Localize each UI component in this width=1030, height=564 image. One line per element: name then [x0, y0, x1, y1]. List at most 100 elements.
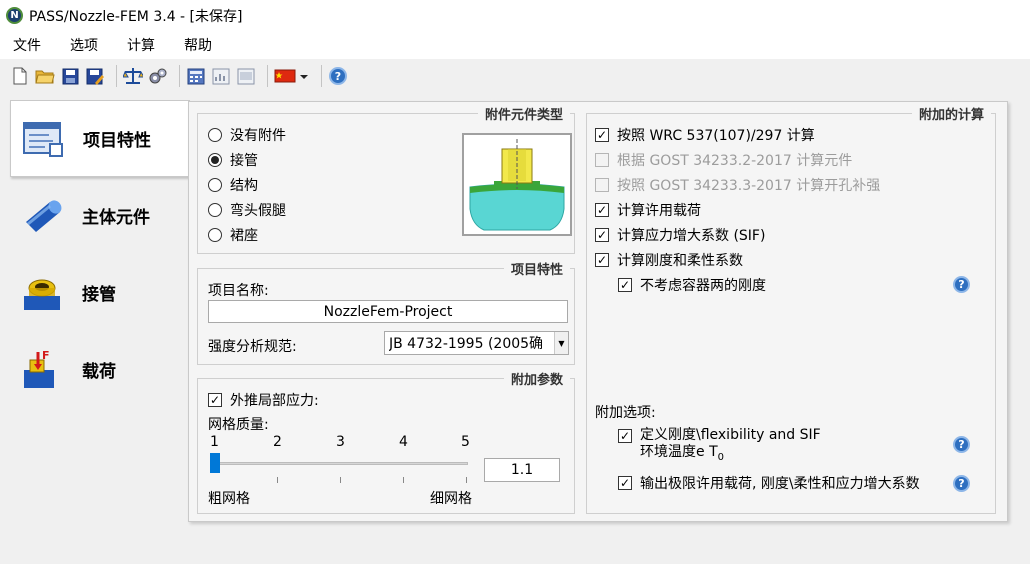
checkbox-label: 计算刚度和柔性系数	[617, 253, 743, 269]
mesh-tick-label: 4	[399, 434, 408, 450]
extrapolate-stress-checkbox[interactable]: ✓ 外推局部应力:	[208, 390, 319, 410]
coarse-mesh-label: 粗网格	[208, 491, 250, 507]
calculator-icon[interactable]	[186, 66, 206, 86]
checkmark-icon: ✓	[619, 476, 631, 490]
nav-label-nozzle: 接管	[82, 285, 116, 305]
radio-skirt[interactable]: 裙座	[208, 225, 258, 245]
nav-loads[interactable]: F 载荷	[10, 331, 190, 408]
chevron-down-icon: ▼	[554, 332, 568, 354]
nav-main-elements[interactable]: 主体元件	[10, 177, 190, 254]
chart-report-icon[interactable]	[211, 66, 231, 86]
checkbox-label: 计算应力增大系数 (SIF)	[617, 228, 766, 244]
allowable-loads-checkbox[interactable]: ✓ 计算许用载荷	[595, 200, 701, 220]
nav-project-properties[interactable]: 项目特性	[10, 100, 190, 177]
balance-scale-icon[interactable]	[123, 66, 143, 86]
mesh-quality-slider-track[interactable]	[210, 462, 468, 465]
screen-report-icon[interactable]	[236, 66, 256, 86]
toolbar-separator	[179, 65, 180, 87]
project-name-input[interactable]: NozzleFem-Project	[208, 300, 568, 323]
additional-calculations-group: 附加的计算 ✓ 按照 WRC 537(107)/297 计算 根据 GOST 3…	[586, 104, 996, 514]
menu-bar: 文件 选项 计算 帮助	[0, 31, 1030, 59]
checkbox-label: 定义刚度\flexibility and SIF	[640, 427, 821, 443]
mesh-factor-input[interactable]: 1.1	[484, 458, 560, 482]
menu-calculate[interactable]: 计算	[124, 33, 158, 57]
mesh-quality-slider-thumb[interactable]	[210, 453, 220, 473]
gears-icon[interactable]	[148, 66, 168, 86]
gost-elements-checkbox[interactable]: 根据 GOST 34233.2-2017 计算元件	[595, 150, 852, 170]
radio-circle-selected	[208, 153, 222, 167]
language-flag-icon[interactable]	[274, 66, 310, 86]
nav-label-loads: 载荷	[82, 362, 116, 382]
radio-selected-dot	[211, 156, 219, 164]
fine-mesh-label: 细网格	[430, 491, 472, 507]
checkmark-icon: ✓	[596, 203, 608, 217]
checkbox-box: ✓	[595, 203, 609, 217]
attachment-group-title: 附件元件类型	[477, 104, 570, 123]
checkbox-label: 按照 WRC 537(107)/297 计算	[617, 128, 815, 144]
mesh-tick-label: 3	[336, 434, 345, 450]
toolbar-separator	[267, 65, 268, 87]
slider-tick	[403, 477, 404, 483]
checkbox-box: ✓	[595, 128, 609, 142]
content-panel: 附件元件类型 没有附件 接管 结构 弯头假腿 裙座 项目特性 项目名称: Noz…	[188, 101, 1008, 522]
radio-label: 没有附件	[230, 128, 286, 144]
radio-elbow-dummy-leg[interactable]: 弯头假腿	[208, 200, 286, 220]
define-stiffness-checkbox[interactable]: ✓ 定义刚度\flexibility and SIF 环境温度e T0	[618, 427, 821, 466]
radio-label: 接管	[230, 153, 258, 169]
help-about-icon[interactable]: ?	[328, 66, 348, 86]
help-icon[interactable]: ?	[953, 436, 970, 453]
side-navigation: 项目特性 主体元件 接管 F 载荷	[10, 100, 190, 408]
help-icon[interactable]: ?	[953, 475, 970, 492]
menu-file[interactable]: 文件	[10, 33, 44, 57]
design-code-value: JB 4732-1995 (2005确	[389, 336, 544, 352]
wrc-calc-checkbox[interactable]: ✓ 按照 WRC 537(107)/297 计算	[595, 125, 815, 145]
radio-no-attachment[interactable]: 没有附件	[208, 125, 286, 145]
menu-options[interactable]: 选项	[67, 33, 101, 57]
radio-circle	[208, 128, 222, 142]
open-folder-icon[interactable]	[35, 66, 55, 86]
toolbar-separator	[321, 65, 322, 87]
ignore-vessel-stiffness-checkbox[interactable]: ✓ 不考虑容器两的刚度	[618, 275, 766, 295]
checkbox-box: ✓	[595, 253, 609, 267]
nav-label-project-properties: 项目特性	[83, 131, 151, 151]
mesh-tick-label: 1	[210, 434, 219, 450]
checkbox-label: 按照 GOST 34233.3-2017 计算开孔补强	[617, 178, 881, 194]
radio-circle	[208, 228, 222, 242]
output-limit-loads-checkbox[interactable]: ✓ 输出极限许用载荷, 刚度\柔性和应力增大系数	[618, 473, 920, 493]
checkbox-label: 外推局部应力:	[230, 393, 319, 409]
checkmark-icon: ✓	[209, 393, 221, 407]
app-logo-icon: N	[6, 7, 23, 24]
checkbox-label: 根据 GOST 34233.2-2017 计算元件	[617, 153, 853, 169]
project-group-title: 项目特性	[503, 259, 570, 278]
sif-checkbox[interactable]: ✓ 计算应力增大系数 (SIF)	[595, 225, 765, 245]
project-properties-group: 项目特性 项目名称: NozzleFem-Project 强度分析规范: JB …	[197, 259, 575, 365]
new-file-icon[interactable]	[10, 66, 30, 86]
svg-text:?: ?	[335, 70, 341, 83]
checkbox-box-disabled	[595, 153, 609, 167]
checkbox-box: ✓	[618, 429, 632, 443]
cylinder-vessel-icon	[20, 194, 64, 238]
checkbox-box: ✓	[618, 278, 632, 292]
project-name-label: 项目名称:	[208, 283, 269, 299]
stiffness-flexibility-checkbox[interactable]: ✓ 计算刚度和柔性系数	[595, 250, 743, 270]
checkbox-label-block: 定义刚度\flexibility and SIF 环境温度e T0	[640, 427, 821, 466]
additional-options-label: 附加选项:	[595, 405, 656, 421]
checkbox-box: ✓	[208, 393, 222, 407]
help-icon[interactable]: ?	[953, 276, 970, 293]
nav-nozzle[interactable]: 接管	[10, 254, 190, 331]
form-window-icon	[21, 117, 65, 161]
design-code-label: 强度分析规范:	[208, 339, 297, 355]
mesh-quality-label: 网格质量:	[208, 417, 269, 433]
nav-label-main-elements: 主体元件	[82, 208, 150, 228]
menu-help[interactable]: 帮助	[181, 33, 215, 57]
toolbar-separator	[116, 65, 117, 87]
radio-nozzle[interactable]: 接管	[208, 150, 258, 170]
radio-label: 裙座	[230, 228, 258, 244]
window-title: PASS/Nozzle-FEM 3.4 - [未保存]	[29, 8, 243, 25]
radio-structure[interactable]: 结构	[208, 175, 258, 195]
save-as-icon[interactable]	[85, 66, 105, 86]
design-code-select[interactable]: JB 4732-1995 (2005确 ▼	[384, 331, 569, 355]
gost-reinforcement-checkbox[interactable]: 按照 GOST 34233.3-2017 计算开孔补强	[595, 175, 880, 195]
save-icon[interactable]	[60, 66, 80, 86]
slider-tick	[277, 477, 278, 483]
